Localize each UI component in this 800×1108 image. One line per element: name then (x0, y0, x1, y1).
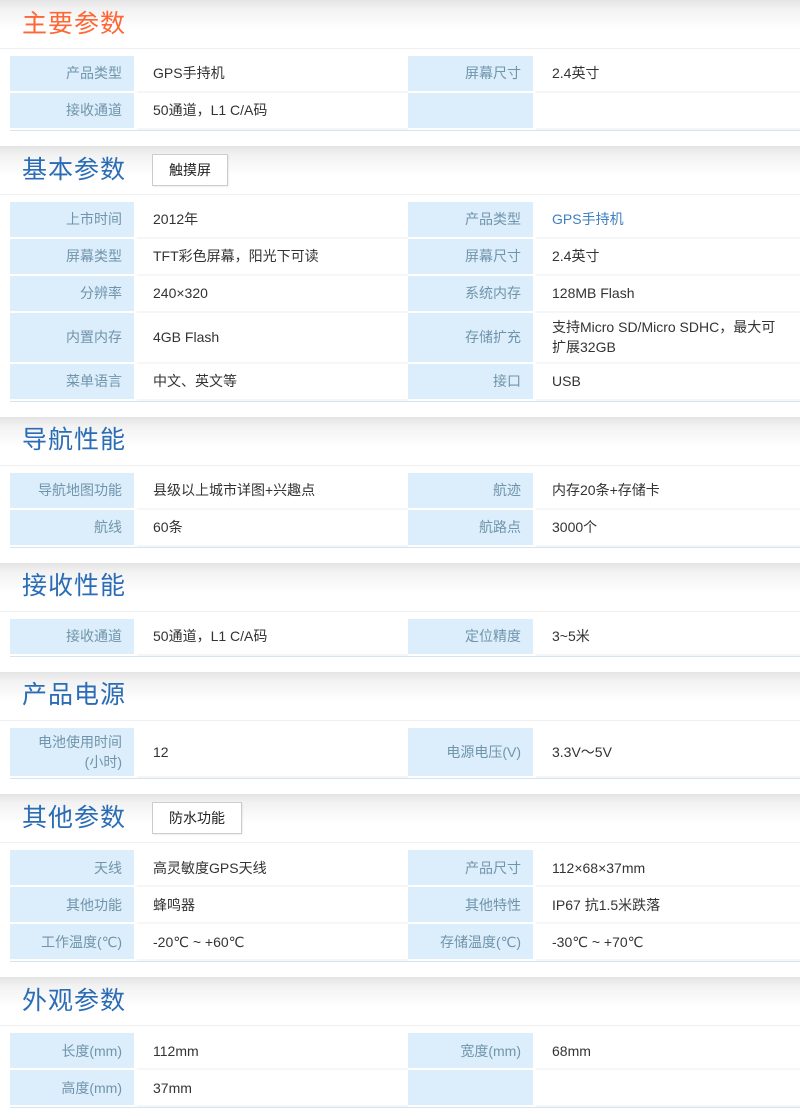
spec-page: 主要参数 产品类型GPS手持机屏幕尺寸2.4英寸接收通道50通道，L1 C/A码… (0, 0, 800, 1108)
spec-label: 接收通道 (10, 93, 137, 130)
feature-tag-button[interactable]: 防水功能 (152, 802, 242, 834)
spec-value: USB (536, 364, 800, 401)
spec-value: 112mm (137, 1033, 408, 1070)
spec-label: 天线 (10, 850, 137, 887)
spec-table: 天线高灵敏度GPS天线产品尺寸112×68×37mm 其他功能蜂鸣器其他特性IP6… (10, 850, 800, 962)
section-header: 主要参数 (0, 0, 800, 49)
spec-label: 分辨率 (10, 276, 137, 313)
section-basic: 基本参数 触摸屏 上市时间2012年产品类型 GPS手持机屏幕类型TFT彩色屏幕，… (0, 146, 800, 402)
spec-value: 50通道，L1 C/A码 (137, 619, 408, 656)
section-title: 主要参数 (22, 12, 126, 37)
section-header: 基本参数 触摸屏 (0, 146, 800, 195)
spec-label: 上市时间 (10, 202, 137, 239)
spec-value: GPS手持机 (536, 202, 800, 239)
section-power: 产品电源 电池使用时间(小时)12电源电压(V)3.3V～5V (0, 672, 800, 780)
spec-label: 航迹 (408, 473, 536, 510)
spec-label: 长度(mm) (10, 1033, 137, 1070)
spec-table: 产品类型GPS手持机屏幕尺寸2.4英寸接收通道50通道，L1 C/A码 (10, 56, 800, 131)
spec-label: 导航地图功能 (10, 473, 137, 510)
spec-label: 工作温度(℃) (10, 924, 137, 961)
spec-value (536, 1070, 800, 1107)
spec-value: 50通道，L1 C/A码 (137, 93, 408, 130)
spec-value-link[interactable]: GPS手持机 (552, 209, 624, 229)
spec-label: 接收通道 (10, 619, 137, 656)
section-title: 导航性能 (22, 428, 126, 453)
spec-label: 其他功能 (10, 887, 137, 924)
spec-value: 240×320 (137, 276, 408, 313)
section-header: 其他参数 防水功能 (0, 794, 800, 843)
spec-table: 接收通道50通道，L1 C/A码定位精度3~5米 (10, 619, 800, 657)
spec-label: 电源电压(V) (408, 728, 536, 779)
spec-label: 屏幕类型 (10, 239, 137, 276)
spec-table: 上市时间2012年产品类型 GPS手持机屏幕类型TFT彩色屏幕，阳光下可读屏幕尺寸… (10, 202, 800, 402)
section-title: 产品电源 (22, 683, 126, 708)
spec-value: 县级以上城市详图+兴趣点 (137, 473, 408, 510)
spec-value: 3000个 (536, 510, 800, 547)
spec-value: -30℃ ~ +70℃ (536, 924, 800, 961)
spec-value: 内存20条+存储卡 (536, 473, 800, 510)
section-reception: 接收性能 接收通道50通道，L1 C/A码定位精度3~5米 (0, 563, 800, 657)
spec-label: 产品类型 (408, 202, 536, 239)
section-other: 其他参数 防水功能 天线高灵敏度GPS天线产品尺寸112×68×37mm 其他功能… (0, 794, 800, 962)
spec-value: 37mm (137, 1070, 408, 1107)
spec-value: TFT彩色屏幕，阳光下可读 (137, 239, 408, 276)
spec-label: 高度(mm) (10, 1070, 137, 1107)
section-header: 导航性能 (0, 417, 800, 466)
spec-label: 菜单语言 (10, 364, 137, 401)
spec-label (408, 93, 536, 130)
spec-label: 存储扩充 (408, 313, 536, 364)
spec-label: 定位精度 (408, 619, 536, 656)
spec-table: 电池使用时间(小时)12电源电压(V)3.3V～5V (10, 728, 800, 780)
spec-value: IP67 抗1.5米跌落 (536, 887, 800, 924)
spec-label: 产品类型 (10, 56, 137, 93)
spec-label (408, 1070, 536, 1107)
spec-value: 3.3V～5V (536, 728, 800, 779)
spec-label: 电池使用时间(小时) (10, 728, 137, 779)
spec-table: 导航地图功能县级以上城市详图+兴趣点航迹内存20条+存储卡航线60条航路点300… (10, 473, 800, 548)
spec-label: 屏幕尺寸 (408, 239, 536, 276)
spec-value: 112×68×37mm (536, 850, 800, 887)
spec-value: 12 (137, 728, 408, 779)
spec-label: 宽度(mm) (408, 1033, 536, 1070)
spec-value: 2.4英寸 (536, 56, 800, 93)
section-header: 产品电源 (0, 672, 800, 721)
spec-label: 航线 (10, 510, 137, 547)
section-header: 外观参数 (0, 977, 800, 1026)
spec-value: 128MB Flash (536, 276, 800, 313)
spec-label: 航路点 (408, 510, 536, 547)
feature-tag-button[interactable]: 触摸屏 (152, 154, 228, 186)
section-title: 外观参数 (22, 989, 126, 1014)
spec-value: 高灵敏度GPS天线 (137, 850, 408, 887)
spec-value: 2.4英寸 (536, 239, 800, 276)
spec-value: 3~5米 (536, 619, 800, 656)
spec-value: 60条 (137, 510, 408, 547)
spec-label: 内置内存 (10, 313, 137, 364)
spec-label: 存储温度(℃) (408, 924, 536, 961)
spec-value: GPS手持机 (137, 56, 408, 93)
spec-value: 2012年 (137, 202, 408, 239)
spec-label: 屏幕尺寸 (408, 56, 536, 93)
section-header: 接收性能 (0, 563, 800, 612)
section-appearance: 外观参数 长度(mm)112mm宽度(mm)68mm 高度(mm)37mm (0, 977, 800, 1108)
spec-value: 蜂鸣器 (137, 887, 408, 924)
spec-label: 其他特性 (408, 887, 536, 924)
spec-value: 中文、英文等 (137, 364, 408, 401)
section-main: 主要参数 产品类型GPS手持机屏幕尺寸2.4英寸接收通道50通道，L1 C/A码 (0, 0, 800, 131)
spec-label: 产品尺寸 (408, 850, 536, 887)
spec-value: 68mm (536, 1033, 800, 1070)
spec-value: 支持Micro SD/Micro SDHC，最大可扩展32GB (536, 313, 800, 364)
section-navigation: 导航性能 导航地图功能县级以上城市详图+兴趣点航迹内存20条+存储卡航线60条航… (0, 417, 800, 548)
spec-value: 4GB Flash (137, 313, 408, 364)
spec-value (536, 93, 800, 130)
section-title: 基本参数 (22, 158, 126, 183)
spec-value: -20℃ ~ +60℃ (137, 924, 408, 961)
section-title: 接收性能 (22, 574, 126, 599)
section-title: 其他参数 (22, 806, 126, 831)
spec-label: 系统内存 (408, 276, 536, 313)
spec-label: 接口 (408, 364, 536, 401)
